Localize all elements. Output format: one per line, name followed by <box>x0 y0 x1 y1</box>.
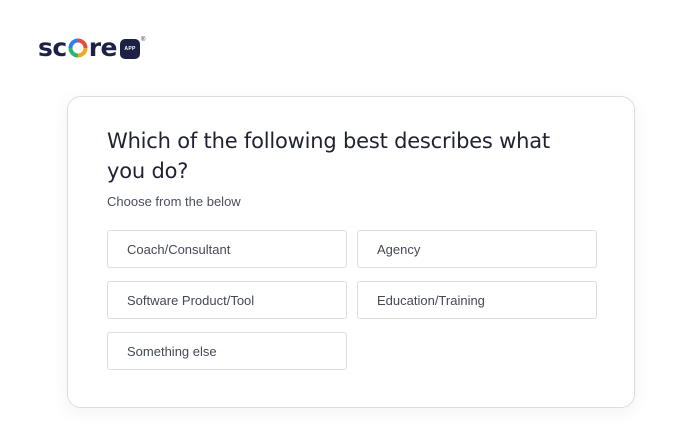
quiz-card: Which of the following best describes wh… <box>67 96 635 408</box>
question-subtitle: Choose from the below <box>107 194 241 209</box>
question-title: Which of the following best describes wh… <box>107 129 550 183</box>
scoreapp-logo: sc re APP ® <box>38 33 145 61</box>
logo-o-ring-icon <box>68 38 88 58</box>
logo-app-badge: APP <box>120 39 140 59</box>
option-education-training[interactable]: Education/Training <box>357 281 597 319</box>
option-agency[interactable]: Agency <box>357 230 597 268</box>
logo-text-end: re <box>88 32 118 62</box>
logo-registered-mark: ® <box>141 37 146 43</box>
logo-text-start: sc <box>38 32 67 62</box>
option-software-product-tool[interactable]: Software Product/Tool <box>107 281 347 319</box>
answer-options: Coach/Consultant Agency Software Product… <box>107 230 597 370</box>
logo-wordmark: sc re <box>38 32 118 62</box>
option-something-else[interactable]: Something else <box>107 332 347 370</box>
option-coach-consultant[interactable]: Coach/Consultant <box>107 230 347 268</box>
